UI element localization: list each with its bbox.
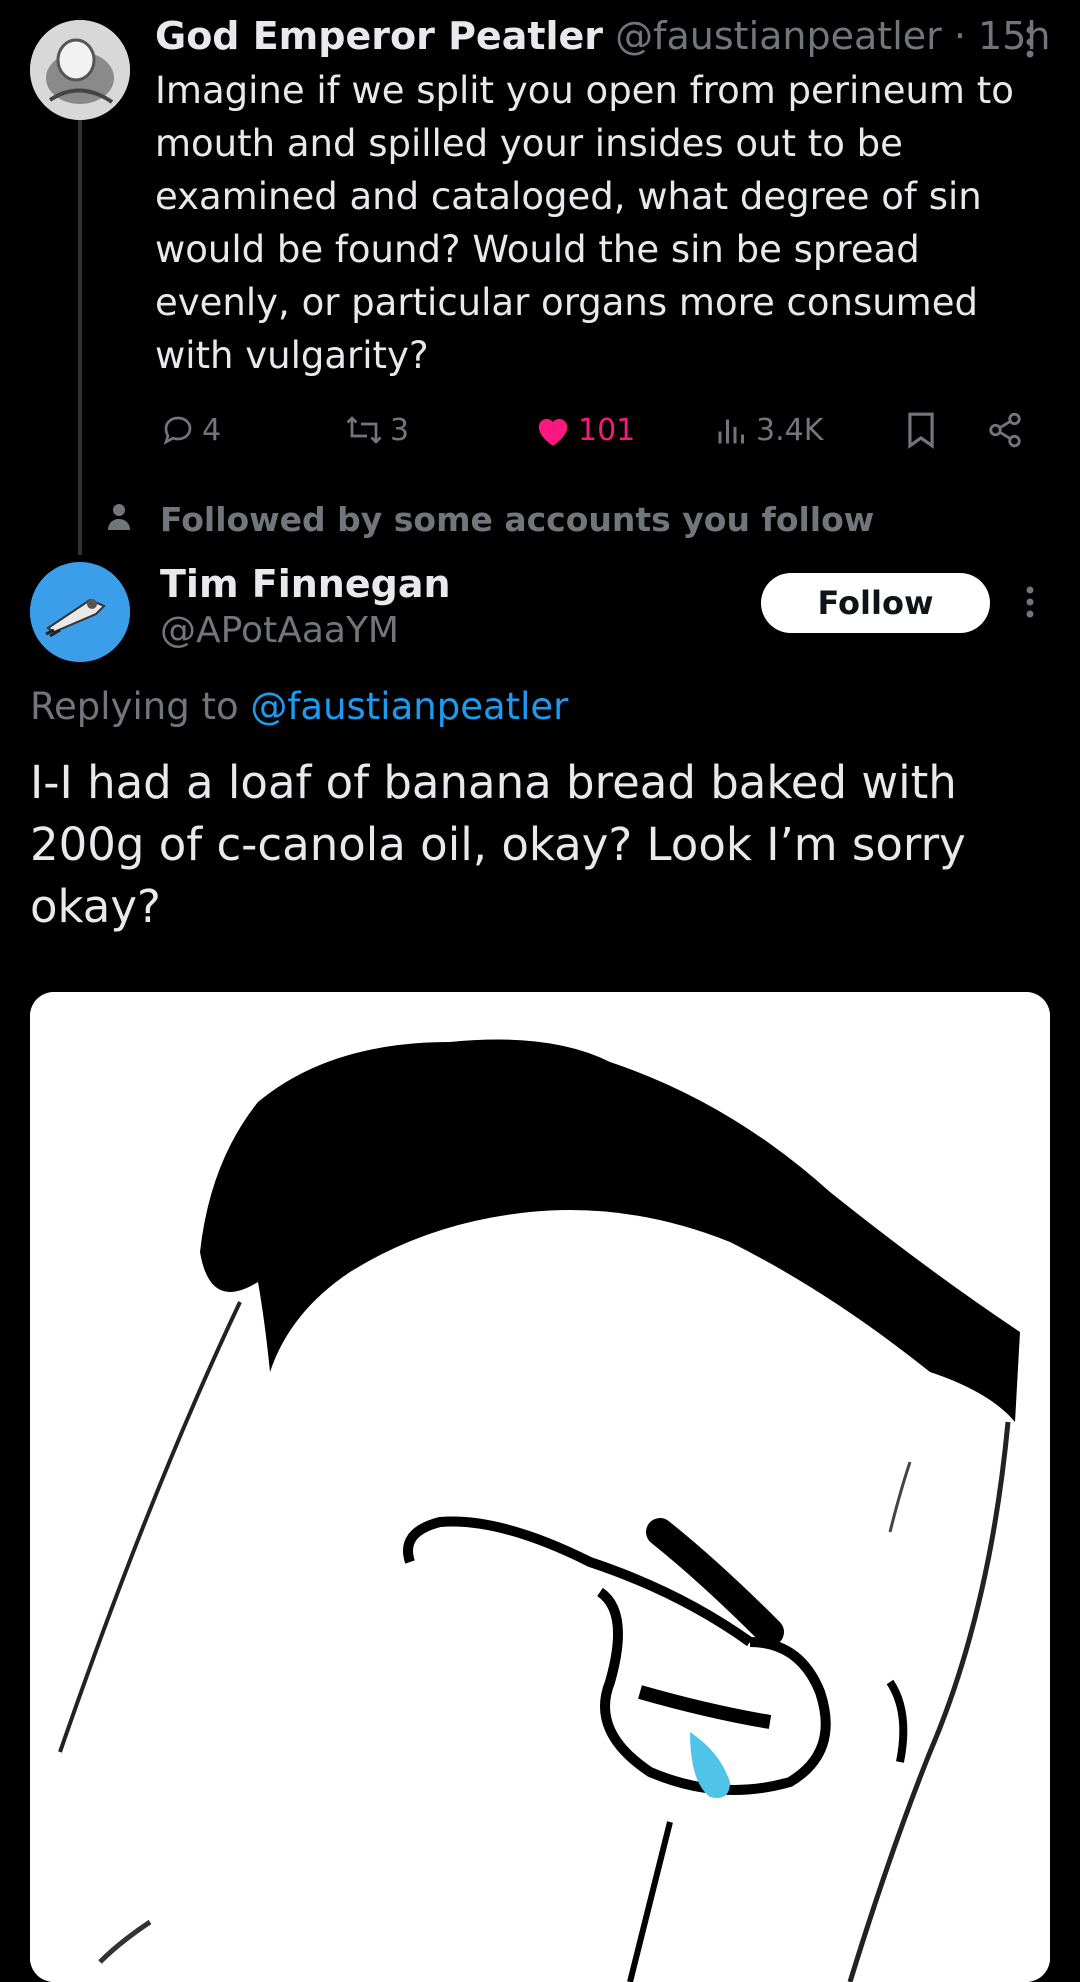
replying-to-mention[interactable]: @faustianpeatler xyxy=(250,685,568,728)
repost-action[interactable]: 3 xyxy=(344,405,409,455)
reply-icon xyxy=(163,416,192,445)
repost-icon xyxy=(346,416,382,444)
parent-header: God Emperor Peatler @faustianpeatler · 1… xyxy=(155,12,1050,60)
views-icon xyxy=(718,419,744,444)
parent-author-avatar[interactable] xyxy=(30,20,130,120)
follow-button[interactable]: Follow xyxy=(761,573,990,633)
views-action[interactable]: 3.4K xyxy=(714,405,823,455)
parent-author-name[interactable]: God Emperor Peatler xyxy=(155,14,603,58)
reply-tweet-text: I-I had a loaf of banana bread baked wit… xyxy=(30,756,966,933)
header-separator: · xyxy=(953,14,966,58)
like-count: 101 xyxy=(578,412,636,448)
parent-more-icon[interactable] xyxy=(1018,22,1042,62)
reply-author-handle[interactable]: @APotAaaYM xyxy=(160,608,399,654)
reply-count: 4 xyxy=(202,412,222,448)
heart-icon xyxy=(538,418,568,446)
replying-to: Replying to @faustianpeatler xyxy=(30,685,568,728)
reply-more-icon[interactable] xyxy=(1018,582,1042,622)
thread-line xyxy=(78,120,82,555)
like-action[interactable]: 101 xyxy=(534,405,635,455)
tweet-media-image[interactable] xyxy=(30,992,1050,1982)
replying-to-label: Replying to xyxy=(30,685,239,728)
person-icon xyxy=(106,502,132,532)
share-icon xyxy=(989,412,1021,448)
bookmark-button[interactable] xyxy=(904,405,938,455)
followed-by-context: Followed by some accounts you follow xyxy=(160,500,875,539)
parent-tweet-text: Imagine if we split you open from perine… xyxy=(155,69,1014,377)
reply-author-name[interactable]: Tim Finnegan xyxy=(160,560,451,608)
reply-author-avatar[interactable] xyxy=(30,562,130,662)
reply-action[interactable]: 4 xyxy=(160,405,221,455)
parent-author-handle[interactable]: @faustianpeatler xyxy=(615,14,942,58)
repost-count: 3 xyxy=(390,412,410,448)
share-button[interactable] xyxy=(986,405,1024,455)
views-count: 3.4K xyxy=(756,412,824,448)
bookmark-icon xyxy=(908,412,934,449)
